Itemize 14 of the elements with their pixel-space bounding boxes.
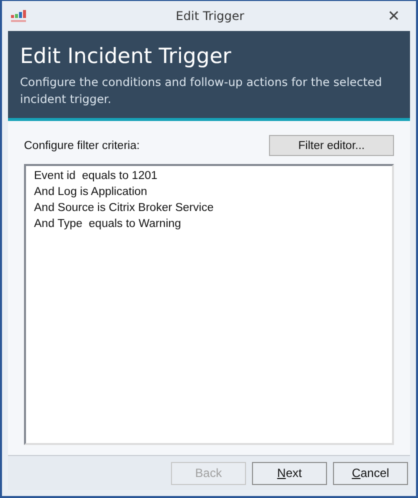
criteria-line: And Log is Application (34, 185, 148, 200)
criteria-list[interactable]: Event id equals to 1201 And Log is Application And Source is Citrix Broker Service And Type equals to Warning (24, 164, 394, 445)
criteria-line: And Source is Citrix Broker Service (34, 201, 215, 216)
bar-chart-icon (10, 10, 28, 22)
page-subtitle: Configure the conditions and follow-up actions for the selected incident trigger. (20, 74, 383, 108)
page-title: Edit Incident Trigger (20, 43, 232, 69)
filter-label: Configure filter criteria: (24, 140, 140, 152)
close-button[interactable]: ✕ (378, 7, 410, 25)
dialog-button[interactable]: Cancel (333, 462, 408, 484)
window-title: Edit Trigger (176, 9, 244, 23)
criteria-line: And Type equals to Warning (34, 217, 182, 232)
filter-editor-button[interactable]: Filter editor... (269, 135, 394, 156)
dialog-button[interactable]: Next (252, 462, 327, 484)
criteria-line: Event id equals to 1201 (34, 169, 158, 184)
